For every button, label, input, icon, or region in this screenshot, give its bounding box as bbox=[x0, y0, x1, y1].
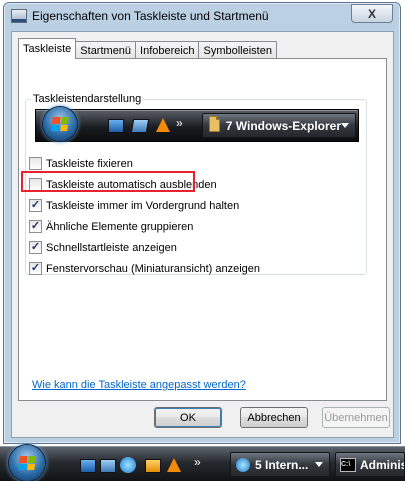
option-show-quick-launch[interactable]: Schnellstartleiste anzeigen bbox=[29, 237, 349, 258]
internet-explorer-icon[interactable] bbox=[120, 457, 136, 473]
title-bar[interactable]: Eigenschaften von Taskleiste und Startme… bbox=[4, 3, 400, 29]
show-desktop-icon[interactable] bbox=[80, 459, 96, 473]
tab-infobereich[interactable]: Infobereich bbox=[135, 41, 200, 59]
checkbox-show-quick-launch[interactable] bbox=[29, 241, 42, 254]
option-group-similar[interactable]: Ähnliche Elemente gruppieren bbox=[29, 216, 349, 237]
tab-symbolleisten[interactable]: Symbolleisten bbox=[198, 41, 277, 59]
vlc-icon[interactable] bbox=[167, 458, 181, 472]
option-window-previews[interactable]: Fenstervorschau (Miniaturansicht) anzeig… bbox=[29, 258, 349, 279]
taskbar-options-list: Taskleiste fixieren Taskleiste automatis… bbox=[29, 153, 349, 279]
taskbar-button-label: Adminis bbox=[360, 457, 405, 472]
checkbox-group-similar[interactable] bbox=[29, 220, 42, 233]
more-icons-chevron-icon: » bbox=[176, 116, 183, 130]
option-label: Taskleiste automatisch ausblenden bbox=[46, 178, 217, 191]
checkbox-window-previews[interactable] bbox=[29, 262, 42, 275]
chevron-down-icon bbox=[341, 123, 349, 128]
window-title: Eigenschaften von Taskleiste und Startme… bbox=[32, 9, 269, 23]
option-label: Schnellstartleiste anzeigen bbox=[46, 241, 177, 254]
taskbar-button-command-prompt[interactable]: C:\ Adminis bbox=[335, 452, 405, 477]
internet-explorer-icon bbox=[236, 457, 250, 472]
option-label: Ähnliche Elemente gruppieren bbox=[46, 220, 194, 233]
option-label: Taskleiste fixieren bbox=[46, 157, 133, 170]
preview-explorer-group-button: 7 Windows-Explorer bbox=[202, 113, 356, 138]
dialog-client-area: Taskleiste Startmenü Infobereich Symboll… bbox=[11, 31, 394, 438]
chevron-down-icon bbox=[315, 462, 323, 467]
windows-flag-icon bbox=[51, 117, 69, 131]
windows-flag-icon bbox=[18, 456, 36, 470]
help-link[interactable]: Wie kann die Taskleiste angepasst werden… bbox=[32, 379, 246, 391]
option-lock-taskbar[interactable]: Taskleiste fixieren bbox=[29, 153, 349, 174]
group-legend: Taskleistendarstellung bbox=[33, 93, 142, 105]
option-label: Taskleiste immer im Vordergrund halten bbox=[46, 199, 240, 212]
show-desktop-icon bbox=[108, 119, 124, 133]
cancel-button[interactable]: Abbrechen bbox=[240, 407, 308, 428]
start-button[interactable] bbox=[9, 445, 45, 481]
taskbar-properties-icon bbox=[11, 9, 27, 23]
checkbox-lock-taskbar[interactable] bbox=[29, 157, 42, 170]
more-icons-chevron-icon[interactable]: » bbox=[194, 455, 201, 469]
switch-windows-icon bbox=[130, 119, 150, 133]
ok-button[interactable]: OK bbox=[154, 407, 222, 428]
option-keep-on-top[interactable]: Taskleiste immer im Vordergrund halten bbox=[29, 195, 349, 216]
explorer-group-label: 7 Windows-Explorer bbox=[225, 118, 341, 133]
taskbar: » 5 Intern... C:\ Adminis bbox=[0, 445, 405, 481]
checkbox-keep-on-top[interactable] bbox=[29, 199, 42, 212]
taskbar-button-label: 5 Intern... bbox=[255, 457, 309, 472]
switch-windows-icon[interactable] bbox=[100, 459, 116, 473]
folder-icon bbox=[209, 116, 220, 132]
command-prompt-icon: C:\ bbox=[340, 457, 356, 472]
tab-taskleiste[interactable]: Taskleiste bbox=[18, 38, 77, 59]
option-autohide-taskbar[interactable]: Taskleiste automatisch ausblenden bbox=[29, 174, 349, 195]
tab-strip: Taskleiste Startmenü Infobereich Symboll… bbox=[18, 38, 277, 59]
tab-panel-taskleiste: Taskleistendarstellung » 7 Windows-Explo… bbox=[18, 58, 387, 401]
start-orb-icon bbox=[43, 107, 77, 141]
apply-button[interactable]: Übernehmen bbox=[322, 407, 390, 428]
taskbar-preview-image: » 7 Windows-Explorer bbox=[35, 107, 359, 142]
media-player-icon[interactable] bbox=[145, 459, 161, 473]
dialog-window: Eigenschaften von Taskleiste und Startme… bbox=[3, 2, 401, 444]
close-icon: X bbox=[367, 6, 376, 21]
vlc-icon bbox=[156, 118, 170, 132]
tab-startmenue[interactable]: Startmenü bbox=[75, 41, 137, 59]
taskbar-button-internet-explorer[interactable]: 5 Intern... bbox=[230, 452, 330, 477]
checkbox-autohide-taskbar[interactable] bbox=[29, 178, 42, 191]
close-button[interactable]: X bbox=[351, 4, 393, 23]
option-label: Fenstervorschau (Miniaturansicht) anzeig… bbox=[46, 262, 260, 275]
